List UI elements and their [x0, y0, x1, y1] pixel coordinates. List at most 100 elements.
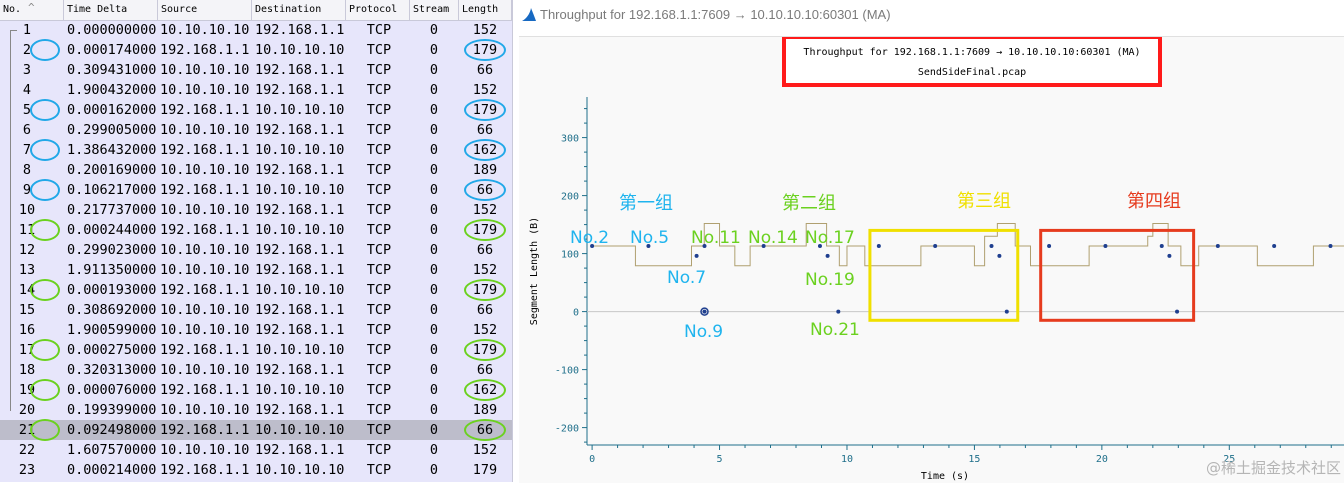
cell-time-delta: 0.309431000	[67, 62, 157, 78]
packet-row[interactable]: 12 0.299023000 10.10.10.10 192.168.1.1 TCP 0 6…	[0, 240, 512, 260]
length-highlight-circle	[464, 339, 506, 361]
cell-time-delta: 0.092498000	[67, 422, 157, 438]
packet-row[interactable]: 22 1.607570000 10.10.10.10 192.168.1.1 TCP 0 1…	[0, 440, 512, 460]
packet-annotation-label: No.19	[805, 270, 855, 290]
x-tick-label: 15	[968, 454, 980, 465]
cell-protocol: TCP	[366, 462, 392, 478]
packet-list-pane[interactable]: No. ^ Time Delta Source Destination Prot…	[0, 0, 513, 482]
packet-row[interactable]: 4 1.900432000 10.10.10.10 192.168.1.1 TCP 0 15…	[0, 80, 512, 100]
data-point	[1175, 309, 1180, 314]
throughput-graph-window: Throughput for 192.168.1.1:7609 → 10.10.…	[513, 0, 1344, 483]
cell-protocol: TCP	[366, 142, 392, 158]
packet-row[interactable]: 23 0.000214000 192.168.1.1 10.10.10.10 TCP 0 1…	[0, 460, 512, 480]
cell-source: 10.10.10.10	[160, 62, 250, 78]
packet-row[interactable]: 2 0.000174000 192.168.1.1 10.10.10.10 TCP 0 17…	[0, 39, 512, 61]
cell-source: 192.168.1.1	[160, 222, 250, 238]
cell-stream: 0	[429, 322, 439, 338]
number-highlight-circle	[30, 99, 60, 121]
cell-no: 20	[18, 402, 36, 418]
cell-protocol: TCP	[366, 222, 392, 238]
cell-no: 18	[18, 362, 36, 378]
x-tick-label: 5	[717, 454, 723, 465]
cell-time-delta: 0.308692000	[67, 302, 157, 318]
length-highlight-circle	[464, 179, 506, 201]
cell-destination: 10.10.10.10	[255, 182, 345, 198]
cell-protocol: TCP	[366, 402, 392, 418]
column-header-length[interactable]: Length	[459, 0, 512, 20]
cell-stream: 0	[429, 382, 439, 398]
group-label: 第四组	[1127, 191, 1181, 212]
cell-protocol: TCP	[366, 202, 392, 218]
cell-time-delta: 0.000162000	[67, 102, 157, 118]
sort-ascending-icon[interactable]: ^	[28, 1, 35, 14]
cell-source: 10.10.10.10	[160, 202, 250, 218]
packet-row[interactable]: 5 0.000162000 192.168.1.1 10.10.10.10 TCP 0 17…	[0, 99, 512, 121]
cell-length: 66	[476, 122, 494, 138]
cell-protocol: TCP	[366, 122, 392, 138]
window-title: Throughput for 192.168.1.1:7609 → 10.10.…	[540, 7, 891, 22]
cell-stream: 0	[429, 182, 439, 198]
number-highlight-circle	[30, 419, 60, 441]
cell-length: 189	[472, 162, 498, 178]
cell-destination: 10.10.10.10	[255, 222, 345, 238]
number-highlight-circle	[30, 179, 60, 201]
group-4-highlight-box	[1039, 228, 1196, 322]
cell-length: 189	[472, 402, 498, 418]
packet-row[interactable]: 19 0.000076000 192.168.1.1 10.10.10.10 TCP 0 1…	[0, 379, 512, 401]
cell-stream: 0	[429, 62, 439, 78]
packet-row[interactable]: 18 0.320313000 10.10.10.10 192.168.1.1 TCP 0 6…	[0, 360, 512, 380]
cell-source: 10.10.10.10	[160, 362, 250, 378]
packet-row[interactable]: 6 0.299005000 10.10.10.10 192.168.1.1 TCP 0 66	[0, 120, 512, 140]
cell-time-delta: 1.386432000	[67, 142, 157, 158]
packet-row[interactable]: 14 0.000193000 192.168.1.1 10.10.10.10 TCP 0 1…	[0, 279, 512, 301]
cell-protocol: TCP	[366, 302, 392, 318]
length-highlight-circle	[464, 39, 506, 61]
cell-source: 10.10.10.10	[160, 442, 250, 458]
packet-row[interactable]: 13 1.911350000 10.10.10.10 192.168.1.1 TCP 0 1…	[0, 260, 512, 280]
throughput-chart[interactable]: Throughput for 192.168.1.1:7609 → 10.10.…	[519, 35, 1344, 483]
cell-protocol: TCP	[366, 62, 392, 78]
packet-row[interactable]: 1 0.000000000 10.10.10.10 192.168.1.1 TCP 0 15…	[0, 20, 512, 40]
x-tick-label: 0	[589, 454, 595, 465]
length-highlight-circle	[464, 419, 506, 441]
cell-source: 10.10.10.10	[160, 402, 250, 418]
packet-row[interactable]: 3 0.309431000 10.10.10.10 192.168.1.1 TCP 0 66	[0, 60, 512, 80]
cell-protocol: TCP	[366, 162, 392, 178]
packet-annotation-label: No.7	[667, 268, 706, 288]
data-point	[997, 253, 1002, 258]
packet-row[interactable]: 10 0.217737000 10.10.10.10 192.168.1.1 TCP 0 1…	[0, 200, 512, 220]
cell-destination: 10.10.10.10	[255, 382, 345, 398]
packet-row[interactable]: 17 0.000275000 192.168.1.1 10.10.10.10 TCP 0 1…	[0, 339, 512, 361]
plot-area[interactable]: Throughput for 192.168.1.1:7609 → 10.10.…	[519, 35, 1344, 483]
data-point	[1159, 244, 1164, 249]
cell-time-delta: 0.106217000	[67, 182, 157, 198]
packet-annotation-label: No.21	[810, 320, 860, 340]
packet-row[interactable]: 20 0.199399000 10.10.10.10 192.168.1.1 TCP 0 1…	[0, 400, 512, 420]
packet-row[interactable]: 7 1.386432000 192.168.1.1 10.10.10.10 TCP 0 16…	[0, 139, 512, 161]
cell-destination: 192.168.1.1	[255, 202, 345, 218]
cell-destination: 10.10.10.10	[255, 342, 345, 358]
column-header-time-delta[interactable]: Time Delta	[64, 0, 158, 20]
number-highlight-circle	[30, 219, 60, 241]
cell-protocol: TCP	[366, 102, 392, 118]
cell-no: 16	[18, 322, 36, 338]
column-header-source[interactable]: Source	[158, 0, 252, 20]
packet-row[interactable]: 15 0.308692000 10.10.10.10 192.168.1.1 TCP 0 6…	[0, 300, 512, 320]
cell-protocol: TCP	[366, 322, 392, 338]
packet-row[interactable]: 8 0.200169000 10.10.10.10 192.168.1.1 TCP 0 18…	[0, 160, 512, 180]
y-tick-label: -200	[555, 424, 579, 435]
column-header-stream[interactable]: Stream	[410, 0, 459, 20]
data-point	[702, 309, 707, 314]
packet-row[interactable]: 16 1.900599000 10.10.10.10 192.168.1.1 TCP 0 1…	[0, 320, 512, 340]
data-point	[989, 244, 994, 249]
column-header-protocol[interactable]: Protocol	[346, 0, 410, 20]
column-header-destination[interactable]: Destination	[252, 0, 346, 20]
cell-protocol: TCP	[366, 42, 392, 58]
packet-row[interactable]: 9 0.106217000 192.168.1.1 10.10.10.10 TCP 0 66	[0, 179, 512, 201]
cell-destination: 10.10.10.10	[255, 142, 345, 158]
cell-protocol: TCP	[366, 22, 392, 38]
packet-row[interactable]: 21 0.092498000 192.168.1.1 10.10.10.10 TCP 0 6…	[0, 419, 512, 441]
packet-row[interactable]: 11 0.000244000 192.168.1.1 10.10.10.10 TCP 0 1…	[0, 219, 512, 241]
cell-source: 10.10.10.10	[160, 82, 250, 98]
data-point	[1047, 244, 1052, 249]
